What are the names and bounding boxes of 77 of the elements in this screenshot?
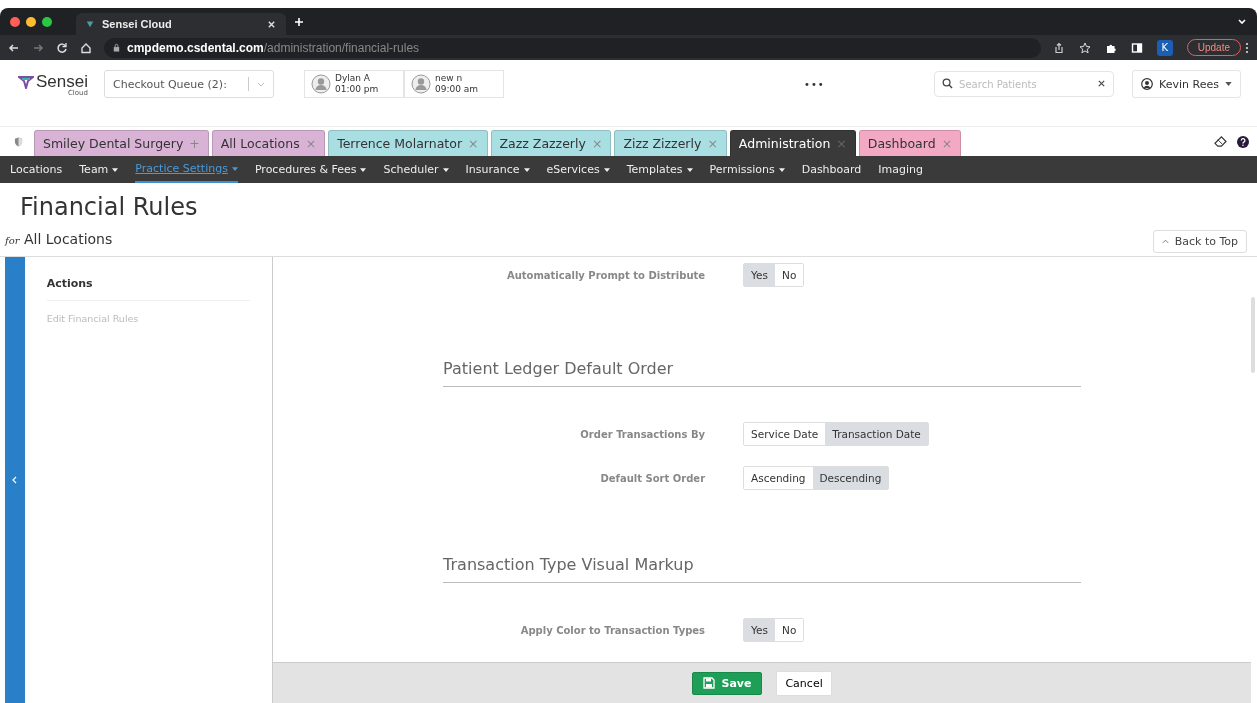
search-field[interactable]: Search Patients [934, 71, 1115, 97]
toggle-option[interactable]: Descending [812, 467, 889, 489]
maximize-window-dot[interactable] [42, 16, 52, 27]
setting-label: Automatically Prompt to Distribute [505, 269, 707, 281]
patient-tab[interactable]: All Locations × [211, 130, 326, 156]
browser-tab[interactable]: Sensei Cloud [76, 13, 286, 35]
home-icon[interactable] [80, 41, 92, 54]
nav-menu-item[interactable]: Imaging [878, 156, 924, 183]
cancel-button[interactable]: Cancel [776, 670, 832, 696]
more-menu[interactable]: ••• [804, 78, 825, 90]
nav-menu-item[interactable]: Templates [626, 156, 693, 183]
setting-label: Order Transactions By [579, 428, 707, 440]
appointment-card[interactable]: new n 09:00 am [404, 70, 504, 98]
toggle-option[interactable]: Yes [744, 264, 776, 286]
setting-label: Apply Color to Transaction Types [519, 624, 707, 636]
patient-tab[interactable]: Zizz Zizzerly × [614, 130, 727, 156]
patient-name: new n [435, 73, 464, 84]
person-silhouette-icon [311, 74, 331, 94]
caret-icon [1225, 82, 1232, 86]
logo-mark-icon [18, 74, 34, 89]
nav-menu-item[interactable]: Procedures & Fees [254, 156, 367, 183]
favicon-icon [86, 20, 94, 28]
close-window-dot[interactable] [10, 16, 20, 27]
appointment-time: 09:00 am [435, 84, 479, 95]
kebab-menu-icon[interactable] [1245, 41, 1249, 54]
sidebar-heading: Actions [46, 277, 251, 301]
star-icon[interactable] [1078, 41, 1091, 54]
help-icon[interactable] [1237, 135, 1249, 148]
new-tab-icon[interactable] [294, 16, 304, 27]
chevron-down-icon[interactable] [1237, 16, 1247, 27]
scrollbar[interactable] [1251, 297, 1255, 373]
appointment-time: 01:00 pm [335, 84, 379, 95]
checkout-queue-dropdown[interactable]: Checkout Queue (2): [104, 70, 274, 98]
subtitle-prefix: for [5, 235, 20, 246]
caret-icon [257, 81, 265, 87]
patient-tab[interactable]: Smiley Dental Surgery + [34, 130, 209, 156]
profile-avatar[interactable]: K [1156, 39, 1173, 56]
close-icon[interactable] [267, 19, 276, 29]
nav-menu-item[interactable]: Insurance [465, 156, 530, 183]
search-icon [942, 78, 954, 89]
clear-icon[interactable] [1097, 79, 1107, 88]
setting-label: Default Sort Order [599, 472, 707, 484]
patient-tab[interactable]: Zazz Zazzerly × [490, 130, 612, 156]
nav-menu-item[interactable]: Practice Settings [135, 156, 238, 183]
share-icon[interactable] [1052, 41, 1065, 54]
patient-tab[interactable]: Terrence Molarnator × [328, 130, 488, 156]
back-to-top-button[interactable]: Back to Top [1152, 230, 1247, 253]
person-silhouette-icon [411, 74, 431, 94]
appointment-card[interactable]: Dylan A 01:00 pm [304, 70, 404, 98]
lock-icon [112, 43, 121, 52]
user-icon [1141, 78, 1154, 90]
sidebar-panel-icon[interactable] [1130, 41, 1143, 54]
shield-icon[interactable] [14, 135, 23, 148]
chevron-up-icon [1161, 239, 1169, 244]
section-heading: Patient Ledger Default Order [443, 359, 1082, 387]
section-heading: Transaction Type Visual Markup [443, 555, 1082, 583]
patient-tab[interactable]: Dashboard × [858, 130, 962, 156]
toggle-option[interactable]: Transaction Date [825, 423, 928, 445]
forward-arrow-icon[interactable] [32, 41, 44, 54]
chevron-left-icon [12, 476, 18, 484]
nav-menu-item[interactable]: eServices [546, 156, 610, 183]
address-bar[interactable]: cmpdemo.csdental.com/administration/financial-rules [104, 37, 1041, 58]
nav-menu-item[interactable]: Scheduler [383, 156, 449, 183]
user-menu[interactable]: Kevin Rees [1132, 70, 1241, 98]
location-subtitle: All Locations [23, 231, 113, 247]
minimize-window-dot[interactable] [26, 16, 36, 27]
patient-name: Dylan A [335, 73, 371, 84]
patient-tab[interactable]: Administration × [729, 130, 856, 156]
nav-menu-item[interactable]: Locations [10, 156, 63, 183]
nav-menu-item[interactable]: Team [79, 156, 119, 183]
nav-menu-item[interactable]: Dashboard [801, 156, 862, 183]
back-arrow-icon[interactable] [8, 41, 20, 54]
reload-icon[interactable] [56, 41, 68, 54]
toggle-option[interactable]: Yes [744, 619, 776, 641]
nav-menu-item[interactable]: Permissions [709, 156, 785, 183]
page-title: Financial Rules [20, 193, 198, 221]
eraser-icon[interactable] [1214, 136, 1227, 147]
